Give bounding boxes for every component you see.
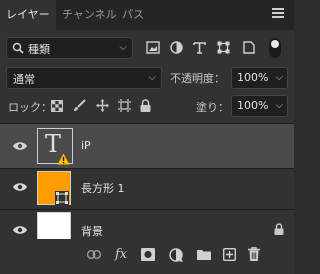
filter-kind-label: 種類 (28, 43, 50, 56)
visibility-eye-icon[interactable] (12, 140, 28, 152)
layer-row-text[interactable]: T iP (0, 124, 294, 168)
shape-vector-icon (55, 191, 69, 205)
trash-icon[interactable] (248, 247, 260, 261)
adjustment-layer-filter-icon[interactable] (170, 41, 183, 54)
add-mask-icon[interactable] (141, 248, 155, 261)
chevron-down-icon: ⌵ (275, 100, 283, 111)
chevron-down-icon: ⌵ (275, 72, 283, 83)
filter-toggle-switch[interactable] (269, 38, 281, 58)
filter-kind-select[interactable]: 種類 ⌵ (6, 37, 133, 59)
opacity-label: 不透明度： (170, 72, 225, 85)
tab-paths[interactable]: パス (116, 0, 150, 30)
layer-name: 長方形 1 (81, 182, 125, 195)
chevron-down-icon: ⌵ (148, 72, 156, 83)
smart-object-filter-icon[interactable] (243, 41, 255, 54)
visibility-eye-icon[interactable] (12, 224, 28, 236)
pixel-layer-filter-icon[interactable] (146, 41, 160, 54)
lock-icon (274, 223, 284, 235)
lock-image-pixels-icon[interactable] (73, 99, 86, 112)
layer-row-shape[interactable]: 長方形 1 (0, 169, 294, 213)
layer-name: iP (81, 139, 91, 152)
link-layers-icon[interactable] (87, 250, 101, 259)
opacity-value: 100% (237, 71, 269, 84)
blend-mode-select[interactable]: 通常 ⌵ (6, 67, 162, 89)
search-icon (12, 42, 24, 54)
layers-bottom-toolbar: fx (0, 239, 294, 274)
lock-position-icon[interactable] (96, 99, 109, 112)
fill-value: 100% (237, 99, 269, 112)
layer-row-background[interactable]: 背景 (0, 210, 294, 246)
folder-icon[interactable] (197, 249, 211, 260)
fill-field[interactable]: 100% ⌵ (231, 95, 288, 117)
lock-label: ロック： (8, 101, 52, 114)
opacity-field[interactable]: 100% ⌵ (231, 67, 288, 89)
tab-channels[interactable]: チャンネル (56, 0, 123, 30)
panel-tab-bar: レイヤー チャンネル パス (0, 0, 294, 31)
shape-layer-filter-icon[interactable] (217, 41, 230, 54)
panel-menu-icon[interactable] (272, 8, 284, 18)
tab-layers[interactable]: レイヤー (0, 0, 56, 31)
chevron-down-icon: ⌵ (119, 42, 127, 53)
lock-artboard-icon[interactable] (118, 99, 131, 112)
layer-name: 背景 (81, 225, 103, 238)
visibility-eye-icon[interactable] (12, 181, 28, 193)
new-layer-icon[interactable] (223, 248, 236, 261)
blend-mode-label: 通常 (13, 73, 35, 86)
lock-all-icon[interactable] (140, 99, 151, 112)
warning-icon (57, 153, 70, 165)
layer-effects-icon[interactable]: fx (115, 247, 127, 262)
lock-transparent-pixels-icon[interactable] (51, 100, 63, 112)
adjustment-layer-icon[interactable] (169, 248, 183, 262)
fill-label: 塗り： (196, 101, 229, 114)
type-layer-filter-icon[interactable] (193, 41, 206, 54)
